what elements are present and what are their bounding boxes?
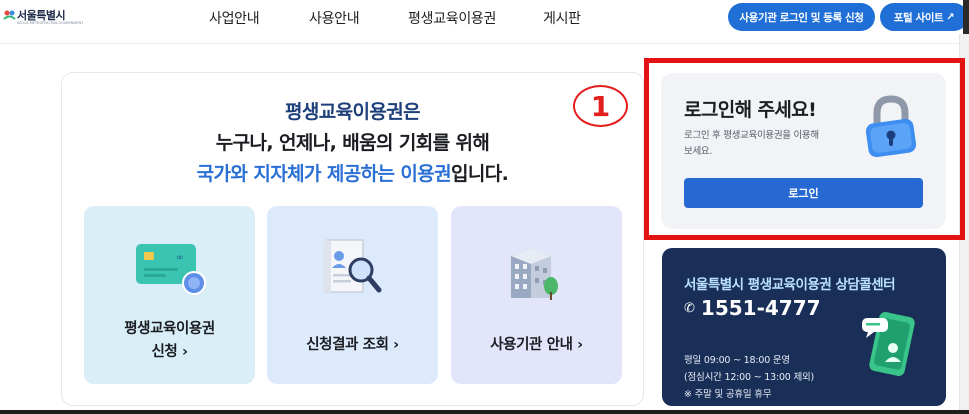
seoul-logo-icon xyxy=(3,10,16,20)
annotation-number-marker: 1 xyxy=(573,85,628,127)
call-center-card: 서울특별시 평생교육이용권 상담콜센터 ✆ 1551-4777 평일 09:00… xyxy=(662,248,946,406)
nav-business-info[interactable]: 사업안내 xyxy=(209,8,260,28)
tile-check-result[interactable]: 신청결과 조회 › xyxy=(267,206,438,384)
hero-line-3-rest: 입니다. xyxy=(451,163,509,185)
tile-apply-label-1: 평생교육이용권 xyxy=(124,321,215,337)
call-center-title: 서울특별시 평생교육이용권 상담콜센터 xyxy=(684,277,896,293)
card-icon: ∞ xyxy=(136,244,206,295)
padlock-icon xyxy=(865,95,917,158)
hero-line-3-accent: 국가와 지자체가 제공하는 이용권 xyxy=(196,163,452,185)
tile-apply-label-2: 신청 › xyxy=(151,344,188,360)
hero-line-1: 평생교육이용권은 xyxy=(284,101,421,123)
phone-icon: ✆ xyxy=(684,300,695,316)
call-center-phone: ✆ 1551-4777 xyxy=(684,296,821,320)
tile-institution-info[interactable]: 사용기관 안내 › xyxy=(451,206,622,384)
call-center-number: 1551-4777 xyxy=(700,296,821,320)
voucher-intro-card: 평생교육이용권은 누구나, 언제나, 배움의 기회를 위해 국가와 지자체가 제… xyxy=(61,72,644,406)
login-title: 로그인해 주세요! xyxy=(684,99,817,121)
bottom-edge xyxy=(0,410,969,414)
external-link-icon: ↗ xyxy=(946,11,955,23)
login-description: 로그인 후 평생교육이용권을 이용해보세요. xyxy=(684,130,819,157)
seoul-logo[interactable]: 서울특별시 SEOUL METROPOLITAN GOVERNMENT xyxy=(3,7,83,29)
nav-voucher[interactable]: 평생교육이용권 xyxy=(408,8,496,28)
hours-closed: ※ 주말 및 공휴일 휴무 xyxy=(684,389,772,400)
institution-login-label: 사용기관 로그인 및 등록 신청 xyxy=(739,11,864,24)
top-header: 서울특별시 SEOUL METROPOLITAN GOVERNMENT 사업안내… xyxy=(0,0,969,44)
login-panel: 로그인해 주세요! 로그인 후 평생교육이용권을 이용해보세요. 로그인 xyxy=(661,73,946,229)
logo-subtitle: SEOUL METROPOLITAN GOVERNMENT xyxy=(17,21,84,25)
tile-apply-voucher[interactable]: ∞ 평생교육이용권 신청 › xyxy=(84,206,255,384)
document-search-icon xyxy=(323,239,382,294)
hours-lunch: (점심시간 12:00 ~ 13:00 제외) xyxy=(684,372,815,383)
nav-board[interactable]: 게시판 xyxy=(543,8,581,28)
hero-line-2: 누구나, 언제나, 배움의 기회를 위해 xyxy=(215,132,490,154)
login-button[interactable]: 로그인 xyxy=(684,178,923,208)
hours-weekday: 평일 09:00 ~ 18:00 운영 xyxy=(684,355,790,366)
institution-login-button[interactable]: 사용기관 로그인 및 등록 신청 xyxy=(728,3,875,31)
portal-site-label: 포털 사이트 xyxy=(893,11,944,24)
hero-line-3: 국가와 지자체가 제공하는 이용권입니다. xyxy=(62,159,643,186)
call-center-hours: 평일 09:00 ~ 18:00 운영 (점심시간 12:00 ~ 13:00 … xyxy=(684,352,814,403)
building-icon xyxy=(511,248,558,300)
tile-check-label: 신청결과 조회 › xyxy=(306,337,399,353)
nav-usage-guide[interactable]: 사용안내 xyxy=(309,8,360,28)
portal-site-button[interactable]: 포털 사이트 ↗ xyxy=(880,3,968,31)
window-edge xyxy=(963,0,969,34)
login-button-label: 로그인 xyxy=(788,187,819,200)
svg-text:∞: ∞ xyxy=(176,253,184,263)
tile-institution-label: 사용기관 안내 › xyxy=(490,337,583,353)
smartphone-chat-icon xyxy=(862,312,915,376)
